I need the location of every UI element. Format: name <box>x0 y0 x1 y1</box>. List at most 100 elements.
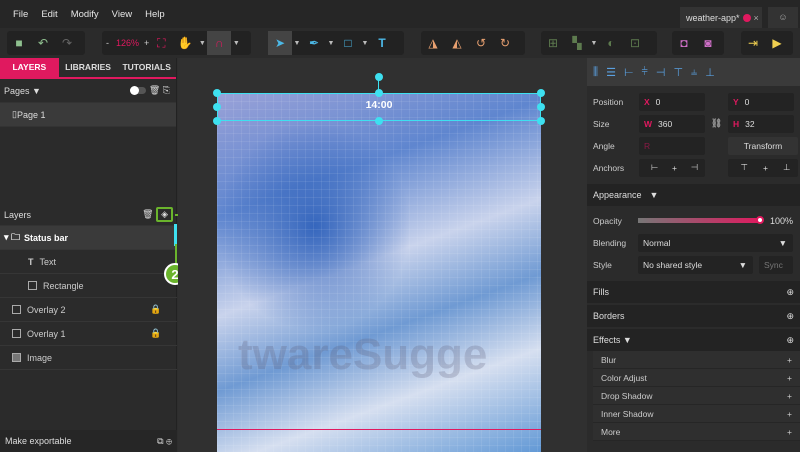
rotate-handle[interactable] <box>375 73 383 81</box>
rotate-left-icon[interactable]: ↺ <box>469 31 493 55</box>
chevron-down-icon[interactable]: ▼ <box>326 40 336 47</box>
save-icon[interactable]: ■ <box>7 31 31 55</box>
distribute-horizontal-icon[interactable]: ⫼ <box>593 66 598 79</box>
menu-edit[interactable]: Edit <box>41 9 57 20</box>
group-icon[interactable]: ⊞ <box>541 31 565 55</box>
tab-layers[interactable]: LAYERS <box>0 58 59 77</box>
height-input[interactable]: H 32 <box>728 114 794 133</box>
plus-icon[interactable]: + <box>787 355 792 365</box>
chevron-down-icon[interactable]: ▼ <box>360 40 370 47</box>
layer-item[interactable]: T Text <box>0 250 177 274</box>
lock-ratio-icon[interactable]: ⛓ <box>705 118 728 129</box>
add-export-icon[interactable]: ⊕ <box>166 436 172 446</box>
anchor-center-h-icon[interactable]: + <box>672 163 677 173</box>
chevron-down-icon[interactable]: ▼ <box>231 40 241 47</box>
resize-handle[interactable] <box>537 103 545 111</box>
opacity-value[interactable]: 100% <box>770 216 793 226</box>
bring-forward-icon[interactable]: ◘ <box>672 31 696 55</box>
redo-icon[interactable]: ↷ <box>55 31 79 55</box>
width-input[interactable]: W 360 <box>639 114 705 133</box>
effect-more[interactable]: More + <box>593 423 800 441</box>
chevron-down-icon[interactable]: ▼ <box>292 40 302 47</box>
undo-icon[interactable]: ↶ <box>31 31 55 55</box>
layer-item[interactable]: Image <box>0 346 177 370</box>
pages-toggle[interactable] <box>130 86 147 96</box>
preview-play-icon[interactable]: ▶ <box>765 31 789 55</box>
pages-dropdown-icon[interactable]: ▼ <box>32 86 41 96</box>
effects-header[interactable]: Effects ▼ ⊕ <box>587 329 800 351</box>
resize-handle[interactable] <box>213 103 221 111</box>
align-top-icon[interactable]: ⊤ <box>673 66 683 79</box>
plus-icon[interactable]: + <box>787 427 792 437</box>
x-input[interactable]: X0 <box>639 92 705 111</box>
add-effect-icon[interactable]: ⊕ <box>786 335 794 346</box>
snap-magnet-icon[interactable]: ∩ <box>207 31 232 55</box>
layer-item[interactable]: ▾ 🗀 Status bar <box>0 226 177 250</box>
anchor-bottom-icon[interactable]: ⊥ <box>783 162 790 173</box>
export-slice-icon[interactable]: ⧉ <box>157 436 163 446</box>
tab-libraries[interactable]: LIBRARIES <box>59 58 118 77</box>
menu-file[interactable]: File <box>13 9 28 20</box>
status-bar-time[interactable]: 14:00 <box>217 99 541 111</box>
opacity-slider[interactable] <box>638 216 764 224</box>
export-icon[interactable]: ⇥ <box>741 31 765 55</box>
blending-select[interactable]: Normal ▼ <box>638 233 793 252</box>
add-border-icon[interactable]: ⊕ <box>786 311 794 322</box>
pen-icon[interactable]: ✒ <box>302 31 326 55</box>
layer-item[interactable]: Overlay 1 🔒 <box>0 322 177 346</box>
effect-blur[interactable]: Blur + <box>593 351 800 369</box>
plus-icon[interactable]: + <box>787 409 792 419</box>
opacity-slider-handle[interactable] <box>756 216 764 224</box>
align-bottom-icon[interactable]: ⊥ <box>705 66 715 79</box>
menu-modify[interactable]: Modify <box>71 9 99 20</box>
effect-inner-shadow[interactable]: Inner Shadow + <box>593 405 800 423</box>
pointer-icon[interactable]: ➤ <box>268 31 292 55</box>
artboard[interactable] <box>217 93 541 452</box>
shared-style-select[interactable]: No shared style ▼ <box>638 255 753 274</box>
delete-page-icon[interactable]: 🗑 <box>149 85 160 95</box>
flip-vertical-icon[interactable]: ◭ <box>445 31 469 55</box>
resize-handle[interactable] <box>375 117 383 125</box>
add-fill-icon[interactable]: ⊕ <box>786 287 794 298</box>
resize-handle[interactable] <box>537 89 545 97</box>
zoom-out-button[interactable]: - <box>106 38 109 48</box>
fills-header[interactable]: Fills ⊕ <box>587 281 800 303</box>
plus-icon[interactable]: + <box>787 373 792 383</box>
mask-icon[interactable]: ◐ <box>599 31 623 55</box>
document-tab[interactable]: weather-app* × <box>680 7 762 28</box>
transform-button[interactable]: Transform <box>728 136 798 155</box>
fit-screen-icon[interactable]: ⛶ <box>149 31 173 55</box>
ungroup-icon[interactable]: ⊡ <box>623 31 647 55</box>
borders-header[interactable]: Borders ⊕ <box>587 305 800 327</box>
y-input[interactable]: Y0 <box>728 92 794 111</box>
resize-handle[interactable] <box>213 89 221 97</box>
lock-icon[interactable]: 🔒 <box>150 328 161 339</box>
align-left-icon[interactable]: ⊢ <box>624 66 634 79</box>
chevron-down-icon[interactable]: ▼ <box>589 40 599 47</box>
layer-item[interactable]: Overlay 2 🔒 <box>0 298 177 322</box>
send-backward-icon[interactable]: ◙ <box>696 31 720 55</box>
lock-icon[interactable]: 🔒 <box>150 304 161 315</box>
chevron-down-icon[interactable]: ▼ <box>197 40 207 47</box>
effect-drop-shadow[interactable]: Drop Shadow + <box>593 387 800 405</box>
canvas[interactable]: twareSugge 14:00 <box>178 58 587 452</box>
menu-help[interactable]: Help <box>145 9 165 20</box>
zoom-level[interactable]: 126% <box>116 38 139 48</box>
rotate-right-icon[interactable]: ↻ <box>493 31 517 55</box>
tab-tutorials[interactable]: TUTORIALS <box>117 58 176 77</box>
app-icon[interactable]: ☺ <box>768 7 798 28</box>
resize-handle[interactable] <box>213 117 221 125</box>
flip-horizontal-icon[interactable]: ◮ <box>421 31 445 55</box>
menu-view[interactable]: View <box>112 9 132 20</box>
hand-icon[interactable]: ✋ <box>173 31 197 55</box>
anchor-left-icon[interactable]: ⊢ <box>651 162 658 173</box>
anchor-top-icon[interactable]: ⊤ <box>741 162 748 173</box>
vertical-anchors[interactable]: ⊤ + ⊥ <box>728 158 798 177</box>
align-right-icon[interactable]: ⊣ <box>656 66 666 79</box>
anchor-right-icon[interactable]: ⊣ <box>691 162 698 173</box>
delete-layer-icon[interactable]: 🗑 <box>142 209 153 219</box>
close-tab-icon[interactable]: × <box>754 13 759 23</box>
add-page-icon[interactable]: ⎘ <box>163 85 170 95</box>
page-item[interactable]: ▯ Page 1 <box>0 103 176 127</box>
anchor-center-v-icon[interactable]: + <box>763 163 768 173</box>
